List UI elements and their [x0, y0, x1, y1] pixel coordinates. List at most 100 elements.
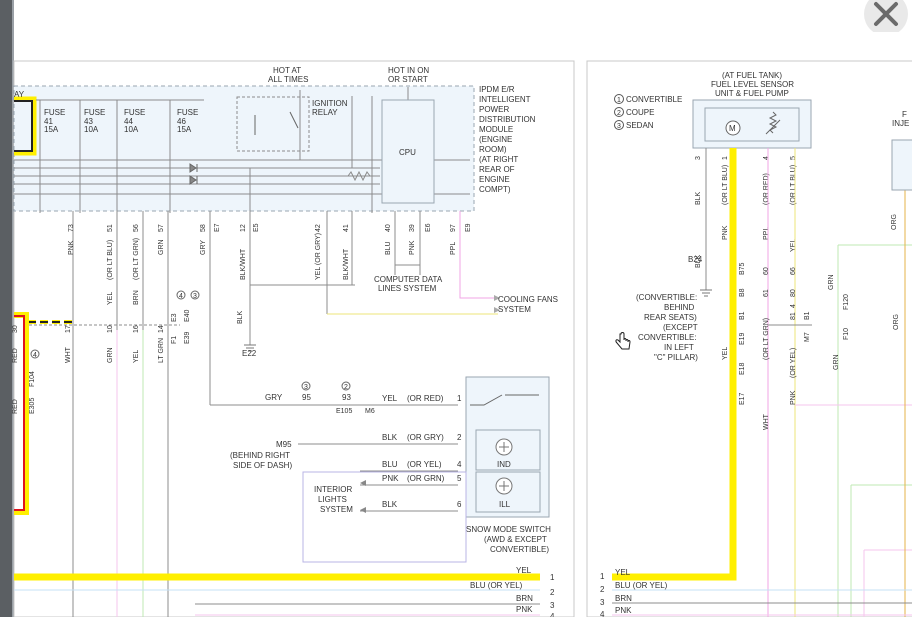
left-bottom-wire-1: BLU (OR YEL) — [470, 581, 523, 590]
switch-row-alt-0: (OR RED) — [407, 394, 444, 403]
ipdm-pin-3: 57 — [158, 224, 165, 232]
ipdm-pin-9: 41 — [343, 224, 350, 232]
ipdm-pin-8: 42 — [315, 224, 322, 232]
f104-label: F104 — [29, 371, 36, 387]
ipdm-wire-9: BLK/WHT — [343, 248, 350, 280]
right-edge-partial-box — [891, 139, 912, 191]
red2-label: RED — [12, 399, 19, 414]
ipdm-pin-5: E7 — [214, 223, 221, 232]
hot-at-all-times-2: ALL TIMES — [268, 75, 308, 84]
ipdm-pin-4: 58 — [200, 224, 207, 232]
right-edge-partial-2: INJE — [892, 119, 909, 128]
right-pin-1: 1 — [722, 156, 729, 160]
fuse-43-amp: 10A — [84, 125, 99, 134]
right-pin-wire-0: BLK — [695, 191, 702, 205]
cpu-label: CPU — [399, 148, 416, 157]
switch-wire-rows: YEL (OR RED) 1 BLK (OR GRY) 2 BLU (OR YEL) 4 PNK (… — [360, 394, 462, 512]
fuse-44-name: FUSE — [124, 108, 145, 117]
right-e-label-1: E18 — [739, 362, 746, 375]
row2-pin-2: 10 — [107, 325, 114, 333]
svg-text:93: 93 — [342, 393, 351, 402]
svg-text:(ENGINE: (ENGINE — [479, 135, 512, 144]
svg-text:REAR SEATS): REAR SEATS) — [644, 313, 697, 322]
ill-label: ILL — [499, 500, 511, 509]
right-conn-6: 80 — [790, 289, 797, 297]
wiring-diagram: AY FUSE 41 15A FUSE 43 10A FUSE 44 10A F… — [12, 60, 912, 617]
computer-data-1: COMPUTER DATA — [374, 275, 443, 284]
left-bottom-pin-3: 4 — [550, 612, 555, 617]
svg-text:(AWD & EXCEPT: (AWD & EXCEPT — [484, 535, 547, 544]
ipdm-wire-3: GRN — [158, 239, 165, 255]
svg-text:(AT RIGHT: (AT RIGHT — [479, 155, 518, 164]
left-bottom-pin-0: 1 — [550, 573, 555, 582]
interior-lights-label: INTERIOR LIGHTS SYSTEM — [314, 485, 353, 514]
right-lower-wire-2: (OR YEL) — [790, 348, 797, 378]
row2-top-wire-1: BRN — [133, 290, 140, 305]
ipdm-wire-4: GRY — [200, 240, 207, 255]
svg-text:UNIT & FUEL PUMP: UNIT & FUEL PUMP — [715, 89, 789, 98]
row2-wire-0: RED — [12, 348, 19, 363]
legend-num-0: 1 — [617, 97, 621, 104]
svg-text:E3: E3 — [171, 313, 178, 322]
legend-label-1: COUPE — [626, 108, 654, 117]
fuse-41-name: FUSE — [44, 108, 65, 117]
row2-pin-3: 16 — [133, 325, 140, 333]
fuse-41-amp: 15A — [44, 125, 59, 134]
svg-text:95: 95 — [302, 393, 311, 402]
m95-desc-2: SIDE OF DASH) — [233, 461, 292, 470]
svg-text:BEHIND: BEHIND — [664, 303, 694, 312]
right-pin-wire-2: (OR RED) — [763, 173, 770, 205]
close-icon — [864, 0, 908, 36]
close-button[interactable] — [858, 0, 912, 36]
svg-text:(CONVERTIBLE:: (CONVERTIBLE: — [636, 293, 697, 302]
switch-row-wire-3: PNK — [382, 474, 399, 483]
svg-text:SNOW MODE SWITCH: SNOW MODE SWITCH — [466, 525, 551, 534]
fuse-46-amp: 15A — [177, 125, 192, 134]
right-conn-3: 60 — [763, 267, 770, 275]
right-conn-1: B8 — [739, 288, 746, 297]
right-pin-0: 3 — [695, 156, 702, 160]
right-yel-label: YEL — [790, 239, 797, 252]
switch-row-alt-3: (OR GRN) — [407, 474, 445, 483]
svg-text:ROOM): ROOM) — [479, 145, 507, 154]
right-f-label-1: F10 — [843, 328, 850, 340]
circle-4-left-num: 4 — [33, 352, 37, 359]
legend: 1 CONVERTIBLE 2 COUPE 3 SEDAN — [614, 94, 682, 130]
row2-pin-1: 17 — [65, 325, 72, 333]
fuse-46-name: FUSE — [177, 108, 198, 117]
right-bottom-wire-0: YEL — [615, 568, 631, 577]
right-e-label-2: E17 — [739, 392, 746, 405]
right-ppl-label: PPL — [763, 227, 770, 240]
hot-in-on-2: OR START — [388, 75, 428, 84]
left-bottom-wire-2: BRN — [516, 594, 533, 603]
svg-text:SYSTEM: SYSTEM — [320, 505, 353, 514]
ipdm-pin-14: E9 — [465, 223, 472, 232]
svg-text:3: 3 — [193, 293, 197, 300]
ipdm-pin-0: 73 — [68, 224, 75, 232]
svg-text:CONVERTIBLE): CONVERTIBLE) — [490, 545, 549, 554]
ground-e22-label: E22 — [242, 349, 257, 358]
right-bottom-wire-3: PNK — [615, 606, 632, 615]
svg-text:E40: E40 — [184, 309, 191, 322]
row2-wire-1: WHT — [65, 346, 72, 363]
m95-desc-1: (BEHIND RIGHT — [230, 451, 290, 460]
switch-row-alt-2: (OR YEL) — [407, 460, 442, 469]
ipdm-pin-2: 56 — [133, 224, 140, 232]
e3-connector-labels: E3 F1 E39 E40 4 3 — [171, 290, 200, 344]
svg-text:(AT FUEL TANK): (AT FUEL TANK) — [722, 71, 782, 80]
row2-wire-2: GRN — [107, 347, 114, 363]
svg-text:GRY: GRY — [265, 393, 283, 402]
switch-row-wire-2: BLU — [382, 460, 398, 469]
right-lower-wire-6: GRN — [828, 274, 835, 290]
ipdm-pin-labels: 73 PNK 51 (OR LT BLU) 56 (OR LT GRN) 57 GRN 58 GR… — [68, 223, 472, 280]
ipdm-wire-6: BLK/WHT — [240, 248, 247, 280]
svg-text:INTELLIGENT: INTELLIGENT — [479, 95, 531, 104]
svg-text:IN LEFT: IN LEFT — [664, 343, 694, 352]
row2-wire-4: LT GRN — [158, 338, 165, 363]
right-conn-7: 81 — [790, 312, 797, 320]
snow-switch-caption: SNOW MODE SWITCH (AWD & EXCEPT CONVERTIB… — [466, 525, 551, 554]
cooling-fans-2: SYSTEM — [498, 305, 531, 314]
b24-ground-symbol — [700, 289, 712, 297]
svg-text:MODULE: MODULE — [479, 125, 513, 134]
svg-text:E39: E39 — [184, 331, 191, 344]
